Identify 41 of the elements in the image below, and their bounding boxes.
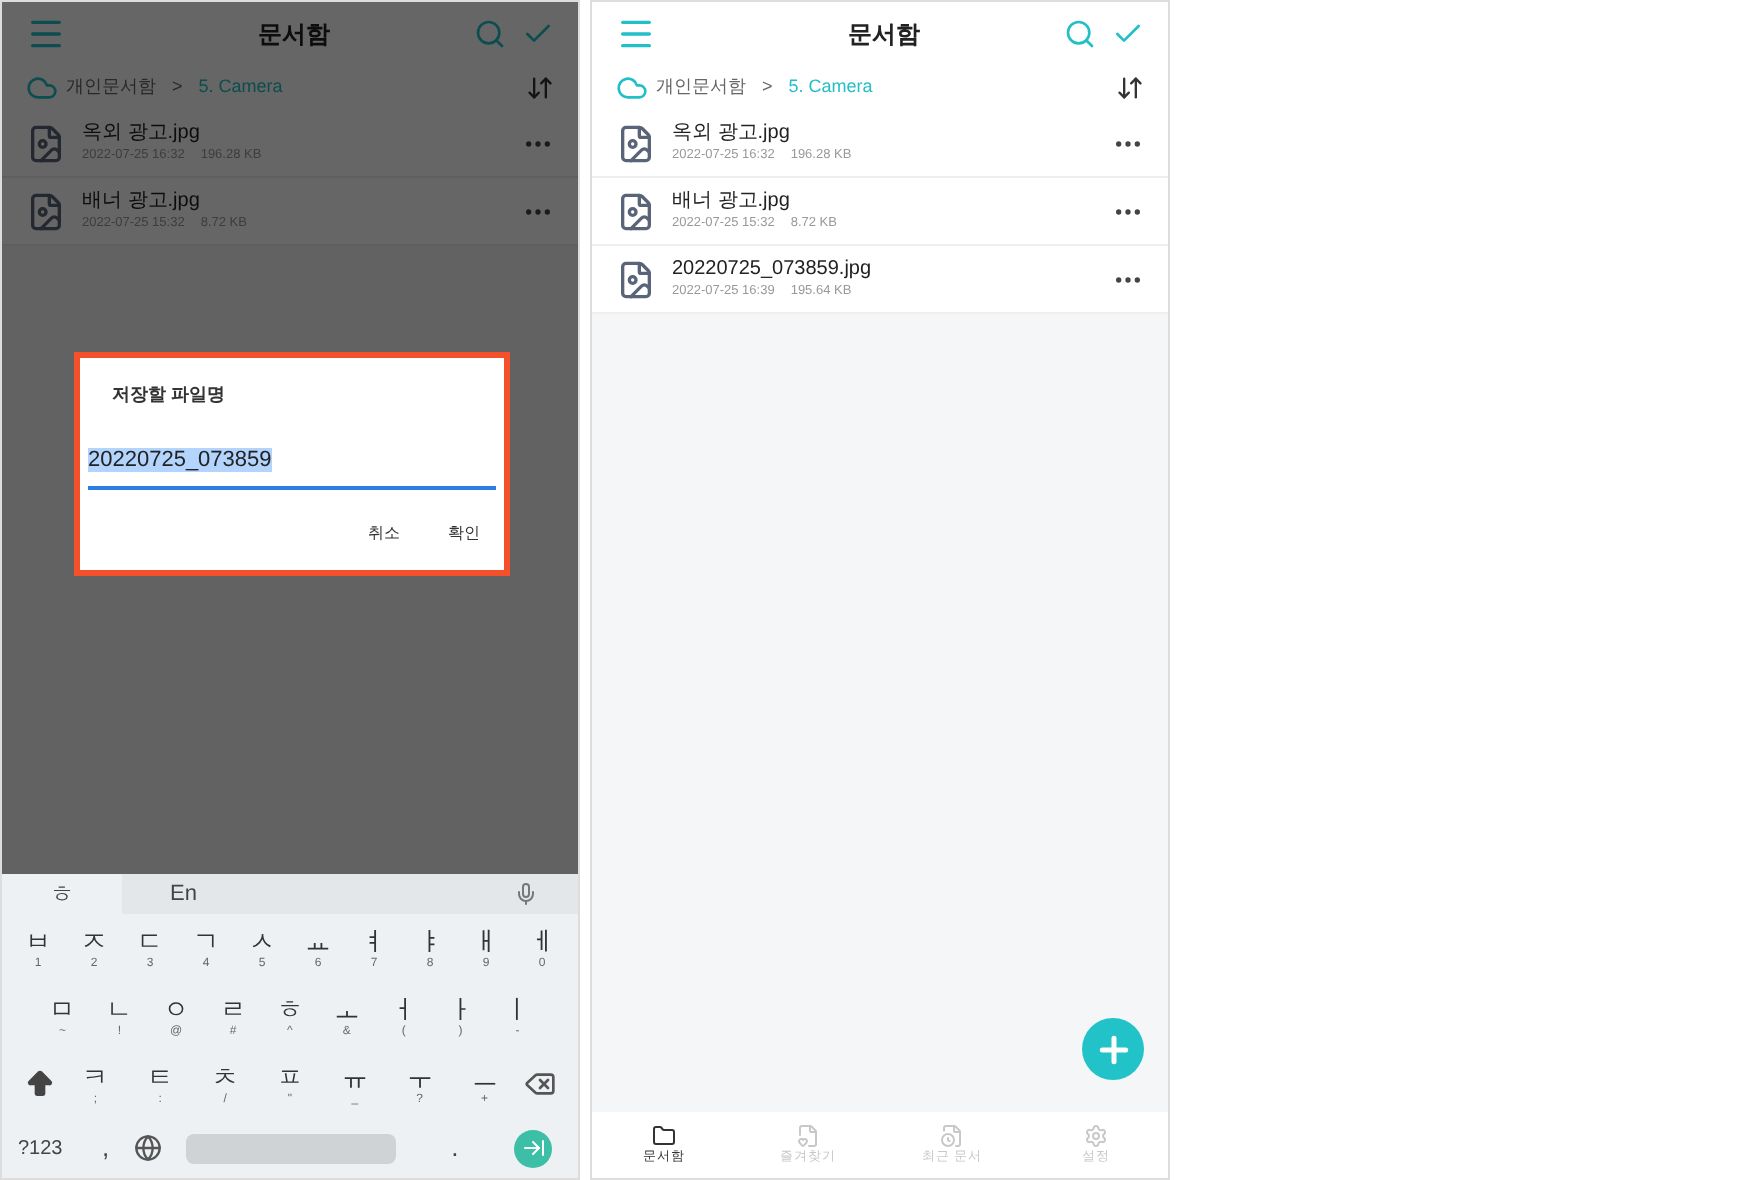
settings-icon [1084, 1123, 1108, 1147]
enter-key[interactable] [514, 1129, 553, 1167]
cloud-icon [26, 72, 58, 104]
search-icon[interactable] [474, 18, 506, 50]
backspace-icon[interactable] [523, 1068, 556, 1100]
dialog-button[interactable]: 취소 [368, 521, 400, 545]
globe-icon[interactable] [133, 1134, 162, 1162]
image-file-icon [616, 123, 656, 163]
file-name: 배너 광고.jpg [672, 188, 792, 214]
add-button[interactable] [1082, 1018, 1144, 1080]
folder-icon [652, 1123, 676, 1147]
screen-title: 문서함 [846, 18, 922, 52]
english-key[interactable]: En [170, 877, 514, 911]
breadcrumb-separator: > [170, 74, 185, 101]
breadcrumb-separator: > [760, 74, 775, 101]
comma-key[interactable]: , [102, 1128, 110, 1168]
breadcrumb-current: 5. Camera [788, 74, 875, 101]
period-key[interactable]: . [419, 1128, 491, 1168]
mic-icon[interactable] [514, 882, 538, 906]
image-file-icon [26, 191, 66, 231]
sort-icon[interactable] [1116, 74, 1144, 102]
image-file-icon [616, 259, 656, 299]
file-name: 옥외 광고.jpg [672, 120, 792, 146]
dialog-button[interactable]: 확인 [448, 521, 480, 545]
search-icon[interactable] [1064, 18, 1096, 50]
hangul-key[interactable]: ㅎ [2, 874, 122, 914]
file-name: 배너 광고.jpg [82, 188, 202, 214]
recent-icon [940, 1123, 964, 1147]
cloud-icon [616, 72, 648, 104]
screen-title: 문서함 [256, 18, 332, 52]
breadcrumb-current: 5. Camera [198, 74, 285, 101]
dialog-title: 저장할 파일명 [110, 382, 228, 408]
file-name: 옥외 광고.jpg [82, 120, 202, 146]
breadcrumb-link[interactable]: 개인문서함 [656, 74, 746, 102]
enter-arrow-icon [521, 1136, 546, 1160]
file-name: 20220725_073859.jpg [672, 256, 874, 282]
image-file-icon [26, 123, 66, 163]
filename-field[interactable]: 20220725_073859 [88, 433, 496, 489]
image-file-icon [616, 191, 656, 231]
shift-icon[interactable] [24, 1068, 57, 1100]
symbols-key[interactable]: ?123 [18, 1133, 78, 1163]
